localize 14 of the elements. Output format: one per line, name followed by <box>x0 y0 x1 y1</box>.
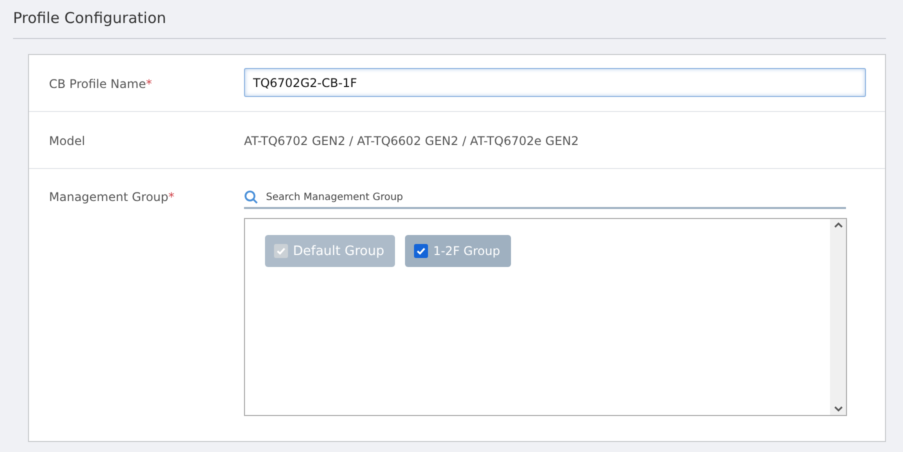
checkbox[interactable] <box>414 244 428 258</box>
field-label: CB Profile Name* <box>49 77 152 91</box>
model-text: AT-TQ6702 GEN2 / AT-TQ6602 GEN2 / AT-TQ6702e GEN2 <box>244 134 580 148</box>
group-chip[interactable]: 1-2F Group <box>405 235 512 267</box>
field-label: Model <box>49 134 86 148</box>
scrollbar[interactable] <box>830 219 846 415</box>
field-label: Management Group* <box>49 190 174 204</box>
check-icon <box>276 246 286 256</box>
section-title: Profile Configuration <box>13 8 886 39</box>
search-icon <box>244 190 258 204</box>
check-icon <box>416 246 426 256</box>
scroll-up-icon[interactable] <box>834 222 842 228</box>
profile-name-input[interactable]: TQ6702G2-CB-1F <box>244 68 866 97</box>
scroll-down-icon[interactable] <box>834 406 842 412</box>
